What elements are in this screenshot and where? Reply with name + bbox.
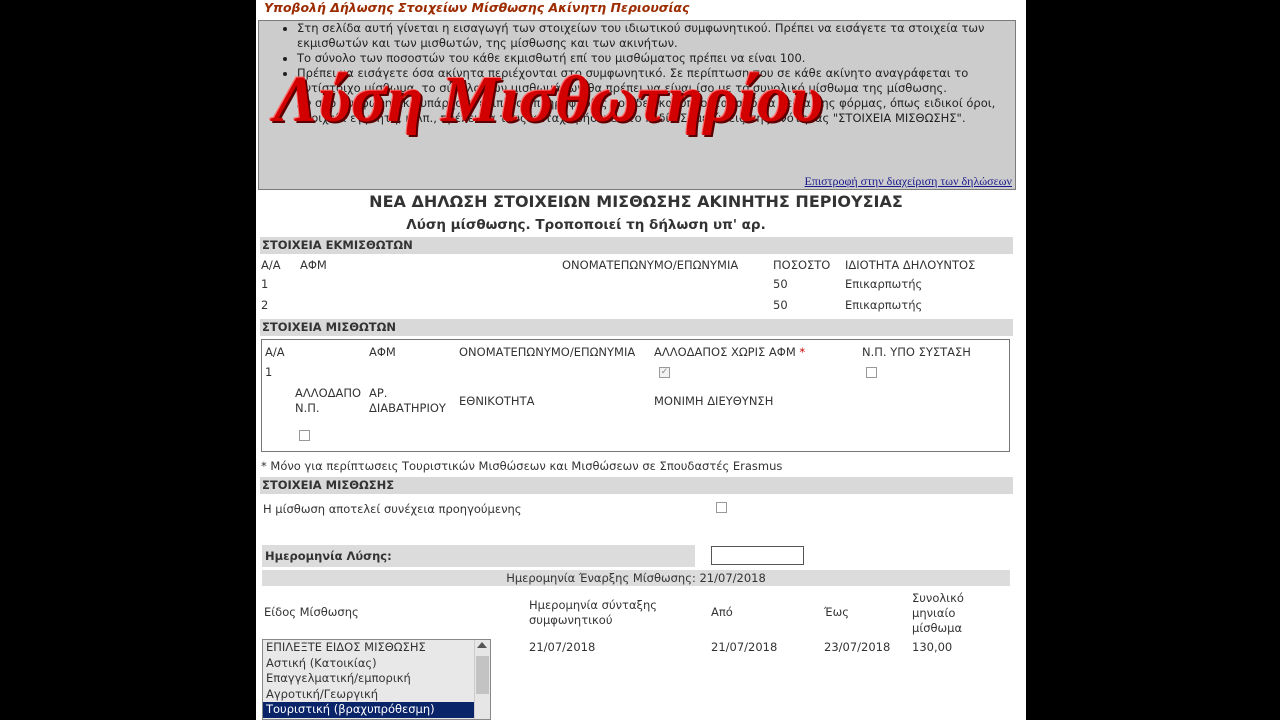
lessees-col-foreign: ΑΛΛΟΔΑΠΟΣ ΧΩΡΙΣ ΑΦΜ * bbox=[654, 345, 806, 359]
lessor-row-role: Επικαρπωτής bbox=[845, 298, 923, 312]
nationality-label: ΕΘΝΙΚΟΤΗΤΑ bbox=[459, 394, 535, 408]
from-date-value: 21/07/2018 bbox=[711, 640, 778, 654]
lessor-row-aa: 2 bbox=[261, 298, 269, 312]
continuation-checkbox[interactable] bbox=[716, 502, 727, 513]
lessees-col-afm: ΑΦΜ bbox=[369, 345, 396, 359]
lessor-row-percent: 50 bbox=[773, 277, 788, 291]
lessees-col-aa: Α/Α bbox=[265, 345, 285, 359]
lease-section-header: ΣΤΟΙΧΕΙΑ ΜΙΣΘΩΣΗΣ bbox=[260, 477, 1013, 494]
termination-date-label: Ημερομηνία Λύσης: bbox=[265, 549, 392, 563]
lessee-row-aa: 1 bbox=[265, 365, 273, 379]
lease-type-option[interactable]: Επαγγελματική/εμπορική bbox=[263, 671, 477, 687]
to-label: Έως bbox=[824, 605, 849, 619]
total-rent-label: Συνολικό bbox=[912, 591, 964, 605]
foreign-np-label: ΑΛΛΟΔΑΠΟ bbox=[295, 386, 362, 400]
termination-date-input[interactable] bbox=[711, 546, 804, 565]
foreign-np-checkbox[interactable] bbox=[299, 430, 310, 441]
lessor-afm-field[interactable] bbox=[289, 275, 387, 313]
passport-label: ΔΙΑΒΑΤΗΡΙΟΥ bbox=[369, 401, 446, 415]
foreign-np-label: Ν.Π. bbox=[295, 401, 320, 415]
lessors-col-percent: ΠΟΣΟΣΤΟ bbox=[773, 258, 831, 272]
lessor-row-aa: 1 bbox=[261, 277, 269, 291]
lessors-col-afm: ΑΦΜ bbox=[300, 258, 327, 272]
back-to-declarations-link[interactable]: Επιστροφή στην διαχείριση των δηλώσεων bbox=[805, 174, 1012, 189]
total-rent-label: μίσθωμα bbox=[912, 621, 963, 635]
lessees-col-name: ΟΝΟΜΑΤΕΠΩΝΥΜΟ/ΕΠΩΝΥΜΙΑ bbox=[459, 345, 636, 359]
amended-declaration-number-field[interactable] bbox=[769, 213, 868, 237]
lease-type-option[interactable]: Αστική (Κατοικίας) bbox=[263, 656, 477, 672]
form-subtitle: Λύση μίσθωσης. Τροποποιεί τη δήλωση υπ' … bbox=[406, 217, 766, 233]
total-rent-value: 130,00 bbox=[912, 640, 953, 654]
to-date-value: 23/07/2018 bbox=[824, 640, 891, 654]
info-item: Στη σελίδα αυτή γίνεται η εισαγωγή των σ… bbox=[297, 21, 1015, 51]
passport-label: ΑΡ. bbox=[369, 386, 388, 400]
erasmus-note: * Μόνο για περίπτωσεις Τουριστικών Μισθώ… bbox=[261, 459, 783, 473]
lease-type-option[interactable]: Αγροτική/Γεωργική bbox=[263, 687, 477, 703]
lessor-row-percent: 50 bbox=[773, 298, 788, 312]
scroll-up-arrow-icon[interactable] bbox=[477, 642, 487, 648]
lease-type-label: Είδος Μίσθωσης bbox=[264, 605, 359, 619]
np-under-formation-checkbox[interactable] bbox=[866, 367, 877, 378]
lease-start-date: Ημερομηνία Έναρξης Μίσθωσης: 21/07/2018 bbox=[262, 570, 1010, 586]
address-label: ΜΟΝΙΜΗ ΔΙΕΥΘΥΝΣΗ bbox=[654, 394, 774, 408]
continuation-label: Η μίσθωση αποτελεί συνέχεια προηγούμενης bbox=[263, 502, 522, 516]
required-asterisk: * bbox=[799, 345, 806, 359]
lease-type-option[interactable]: ΕΠΙΛΕΞΤΕ ΕΙΔΟΣ ΜΙΣΘΩΣΗΣ bbox=[263, 640, 477, 656]
foreign-no-afm-checkbox[interactable]: ✓ bbox=[659, 367, 670, 378]
lessors-col-name: ΟΝΟΜΑΤΕΠΩΝΥΜΟ/ΕΠΩΝΥΜΙΑ bbox=[562, 258, 739, 272]
from-label: Από bbox=[711, 605, 733, 619]
page-header-title: Υποβολή Δήλωσης Στοιχείων Μίσθωσης Ακίνη… bbox=[264, 0, 690, 15]
lessors-col-aa: Α/Α bbox=[261, 258, 281, 272]
lessees-section-header: ΣΤΟΙΧΕΙΑ ΜΙΣΘΩΤΩΝ bbox=[260, 319, 1013, 336]
form-title: ΝΕΑ ΔΗΛΩΣΗ ΣΤΟΙΧΕΙΩΝ ΜΙΣΘΩΣΗΣ ΑΚΙΝΗΤΗΣ Π… bbox=[369, 192, 903, 211]
contract-date-label: συμφωνητικού bbox=[529, 613, 613, 627]
lessee-name-field[interactable] bbox=[451, 363, 591, 390]
scrollbar-thumb[interactable] bbox=[476, 656, 489, 694]
lease-type-option-selected[interactable]: Τουριστική (βραχυπρόθεσμη) bbox=[263, 702, 477, 718]
lessor-row-role: Επικαρπωτής bbox=[845, 277, 923, 291]
lessors-section-header: ΣΤΟΙΧΕΙΑ ΕΚΜΙΣΘΩΤΩΝ bbox=[260, 237, 1013, 254]
lessor-name-field[interactable] bbox=[553, 279, 725, 315]
lessors-col-role: ΙΔΙΟΤΗΤΑ ΔΗΛΟΥΝΤΟΣ bbox=[845, 258, 976, 272]
lease-type-scrollbar[interactable] bbox=[474, 640, 490, 719]
lessees-col-np: Ν.Π. ΥΠΟ ΣΥΣΤΑΣΗ bbox=[862, 345, 971, 359]
form-page: Υποβολή Δήλωσης Στοιχείων Μίσθωσης Ακίνη… bbox=[256, 0, 1026, 720]
lease-type-listbox[interactable]: ΕΠΙΛΕΞΤΕ ΕΙΔΟΣ ΜΙΣΘΩΣΗΣ Αστική (Κατοικία… bbox=[262, 639, 491, 720]
contract-date-value: 21/07/2018 bbox=[529, 640, 596, 654]
lessee-details-field[interactable] bbox=[359, 420, 1003, 451]
total-rent-label: μηνιαίο bbox=[912, 606, 956, 620]
video-overlay-title: Λύση Μισθωτηρίου bbox=[274, 63, 824, 136]
contract-date-label: Ημερομηνία σύνταξης bbox=[529, 598, 657, 612]
